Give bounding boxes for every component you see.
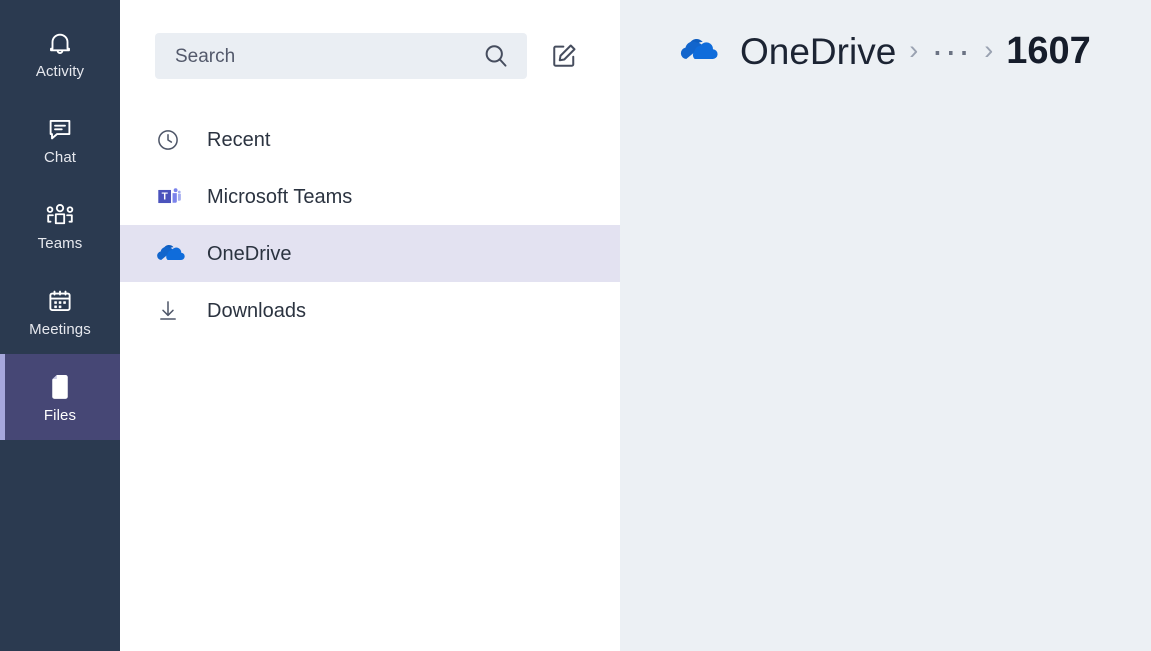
nav-item-onedrive[interactable]: OneDrive xyxy=(120,225,620,282)
teams-people-icon xyxy=(43,198,77,232)
clock-icon xyxy=(155,127,193,153)
chevron-right-icon: › xyxy=(909,34,919,65)
rail-item-label: Teams xyxy=(37,234,83,252)
rail-item-label: Meetings xyxy=(29,320,91,338)
nav-item-label: OneDrive xyxy=(207,242,292,265)
search-input[interactable]: Search xyxy=(155,33,527,79)
breadcrumb-overflow-button[interactable]: ··· xyxy=(931,32,971,69)
files-nav-panel: Search Recent T Microsoft Teams OneDrive… xyxy=(120,0,620,651)
download-arrow-icon xyxy=(155,298,193,324)
rail-item-chat[interactable]: Chat xyxy=(0,96,120,182)
nav-item-recent[interactable]: Recent xyxy=(120,111,620,168)
nav-item-label: Microsoft Teams xyxy=(207,185,353,208)
bell-icon xyxy=(43,26,77,60)
chevron-right-icon: › xyxy=(984,34,994,65)
rail-item-meetings[interactable]: Meetings xyxy=(0,268,120,354)
files-content-area: OneDrive › ··· › 1607 Type Name xyxy=(620,0,1151,651)
rail-item-activity[interactable]: Activity xyxy=(0,10,120,96)
nav-item-label: Recent xyxy=(207,128,271,151)
onedrive-cloud-icon xyxy=(678,37,718,65)
search-icon[interactable] xyxy=(481,41,511,71)
nav-item-label: Downloads xyxy=(207,299,306,322)
rail-item-teams[interactable]: Teams xyxy=(0,182,120,268)
rail-item-label: Chat xyxy=(43,148,77,166)
microsoft-teams-icon: T xyxy=(155,183,193,210)
onedrive-cloud-icon xyxy=(155,243,193,265)
app-rail: Activity Chat Teams Meetings Files xyxy=(0,0,120,651)
nav-item-downloads[interactable]: Downloads xyxy=(120,282,620,339)
svg-text:T: T xyxy=(162,191,169,202)
breadcrumb-current: 1607 xyxy=(1006,30,1091,72)
search-row: Search xyxy=(120,0,620,79)
chat-icon xyxy=(43,112,77,146)
app-window: Activity Chat Teams Meetings Files Searc… xyxy=(0,0,1151,651)
nav-item-microsoft-teams[interactable]: T Microsoft Teams xyxy=(120,168,620,225)
rail-item-label: Files xyxy=(43,406,77,424)
rail-item-label: Activity xyxy=(35,62,85,80)
calendar-icon xyxy=(43,284,77,318)
file-icon xyxy=(43,370,77,404)
nav-list: Recent T Microsoft Teams OneDrive Downlo… xyxy=(120,111,620,339)
breadcrumb-root[interactable]: OneDrive xyxy=(740,33,896,70)
search-placeholder: Search xyxy=(175,46,236,66)
rail-item-files[interactable]: Files xyxy=(0,354,120,440)
compose-icon[interactable] xyxy=(549,41,579,71)
breadcrumb: OneDrive › ··· › 1607 xyxy=(620,0,1151,70)
